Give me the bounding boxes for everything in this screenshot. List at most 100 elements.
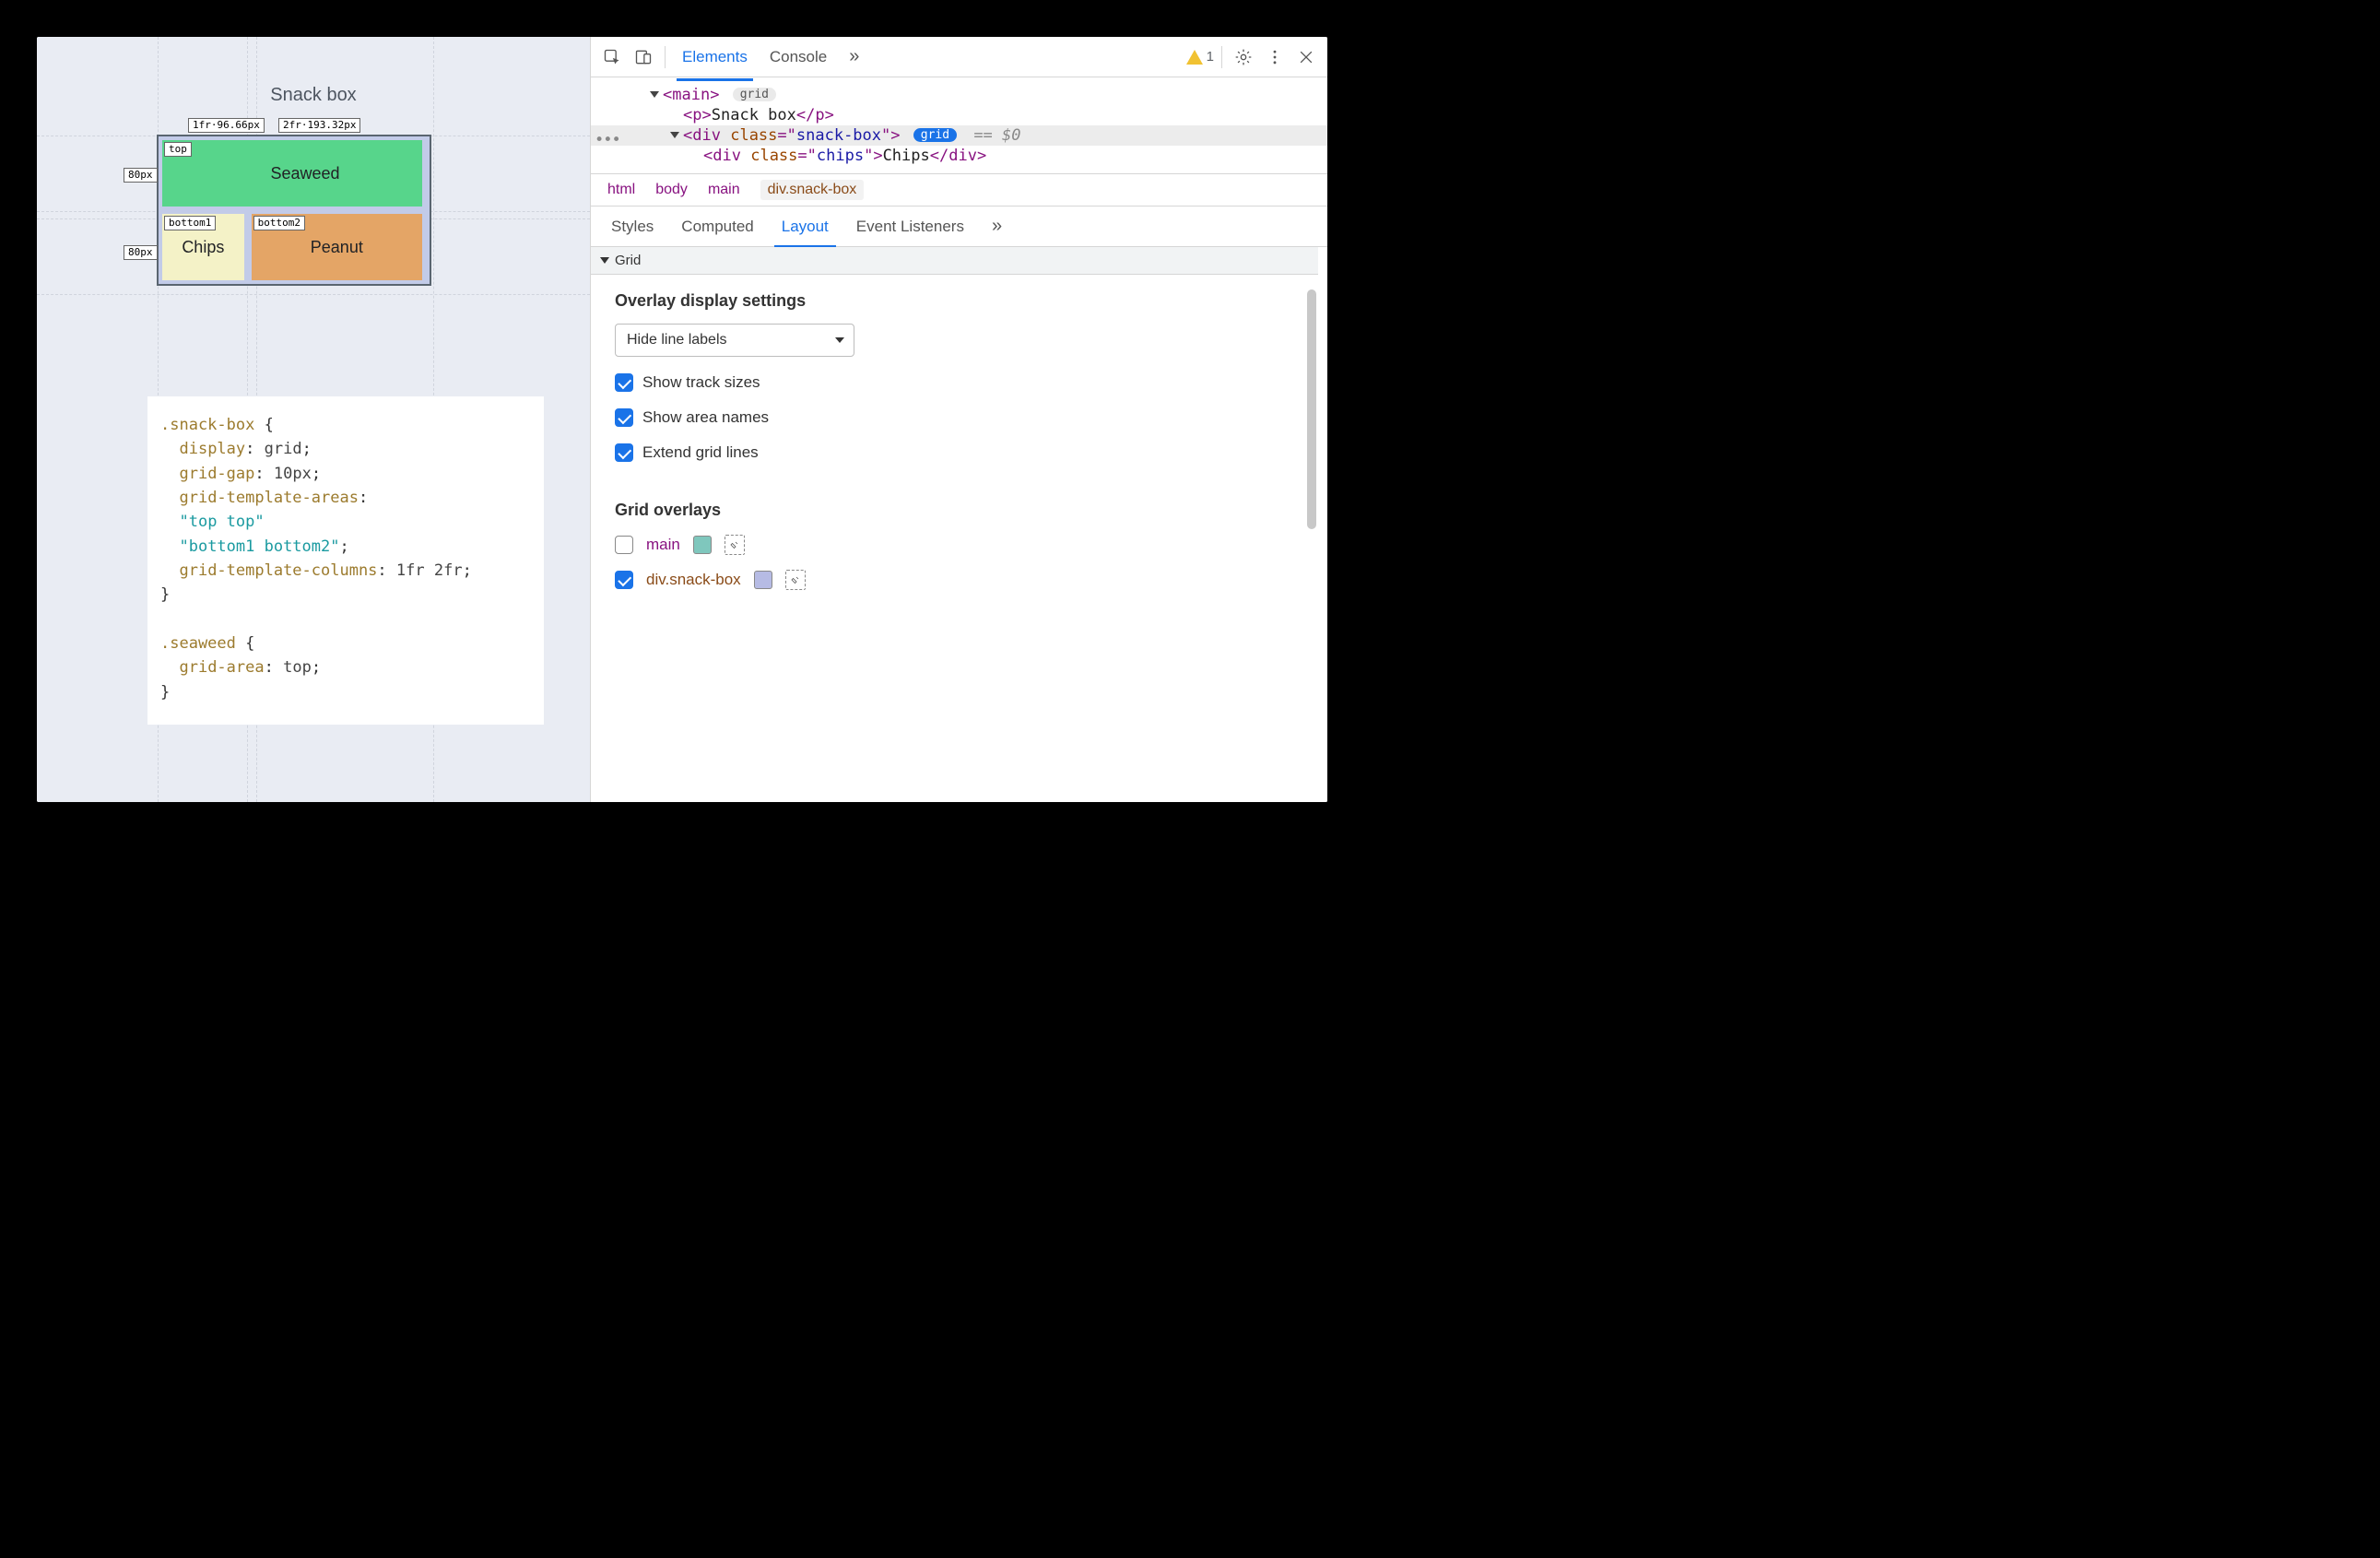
- code-sep: :: [377, 561, 395, 580]
- close-icon[interactable]: [1292, 43, 1320, 71]
- layout-section-grid[interactable]: Grid: [591, 247, 1318, 275]
- css-code-block: .snack-box { display: grid; grid-gap: 10…: [147, 396, 544, 725]
- expand-caret-icon[interactable]: [650, 91, 659, 98]
- code-end: ;: [312, 658, 321, 677]
- layout-panel-scroll[interactable]: Grid Overlay display settings Hide line …: [591, 247, 1327, 802]
- cell-label: Chips: [182, 238, 224, 257]
- inspect-icon[interactable]: [598, 43, 626, 71]
- highlight-element-icon[interactable]: [725, 535, 745, 555]
- subtab-event-listeners[interactable]: Event Listeners: [845, 214, 975, 240]
- dollar-zero-hint: == $0: [973, 126, 1020, 145]
- overlay-name[interactable]: div.snack-box: [646, 571, 741, 589]
- code-selector: .seaweed: [160, 634, 236, 653]
- code-brace: {: [236, 634, 254, 653]
- overlay-row-main: main: [615, 535, 1294, 555]
- tabs-overflow-icon[interactable]: »: [840, 42, 868, 71]
- code-brace: }: [160, 683, 170, 702]
- checkbox-icon[interactable]: [615, 571, 633, 589]
- check-show-area-names[interactable]: Show area names: [615, 408, 1294, 427]
- crumb-html[interactable]: html: [607, 182, 635, 198]
- area-name-tag: top: [164, 142, 192, 157]
- dom-attr-value: chips: [817, 147, 864, 165]
- scrollbar-thumb[interactable]: [1307, 289, 1316, 529]
- devtools-toolbar: Elements Console » 1: [591, 37, 1327, 77]
- dom-node-chips[interactable]: <div class="chips">Chips</div>: [591, 146, 1327, 166]
- checkbox-icon[interactable]: [615, 536, 633, 554]
- dom-tag: main: [672, 86, 710, 104]
- check-label: Show area names: [642, 408, 769, 427]
- subtab-layout[interactable]: Layout: [771, 214, 840, 240]
- area-name-tag: bottom1: [164, 216, 216, 230]
- column-size-chip: 2fr·193.32px: [278, 118, 360, 133]
- toolbar-divider: [1221, 46, 1222, 68]
- highlight-element-icon[interactable]: [785, 570, 806, 590]
- area-name-tag: bottom2: [253, 216, 305, 230]
- check-extend-grid-lines[interactable]: Extend grid lines: [615, 443, 1294, 462]
- page-title: Snack box: [37, 85, 590, 106]
- expand-caret-icon[interactable]: [670, 132, 679, 138]
- code-sep: :: [359, 489, 368, 507]
- code-end: ;: [312, 465, 321, 483]
- code-val: top: [283, 658, 312, 677]
- dom-node-main[interactable]: <main> grid: [591, 85, 1327, 105]
- checkbox-icon[interactable]: [615, 408, 633, 427]
- code-val: grid: [265, 440, 302, 458]
- code-string: "top top": [179, 513, 264, 531]
- overlay-settings-heading: Overlay display settings: [615, 291, 1294, 311]
- check-label: Extend grid lines: [642, 443, 759, 462]
- code-sep: :: [245, 440, 264, 458]
- color-swatch[interactable]: [693, 536, 712, 554]
- dom-node-p[interactable]: <p>Snack box</p>: [591, 105, 1327, 125]
- toolbar-divider: [665, 46, 666, 68]
- warning-count: 1: [1207, 49, 1214, 65]
- section-title: Grid: [615, 253, 641, 268]
- grid-badge[interactable]: grid: [733, 88, 776, 101]
- code-brace: }: [160, 585, 170, 604]
- tab-elements[interactable]: Elements: [673, 44, 757, 70]
- device-toggle-icon[interactable]: [630, 43, 657, 71]
- subtabs-overflow-icon[interactable]: »: [981, 212, 1013, 241]
- extended-grid-line: [37, 294, 590, 295]
- elements-dom-tree[interactable]: <main> grid <p>Snack box</p> ••• <div cl…: [591, 77, 1327, 173]
- tab-console[interactable]: Console: [760, 44, 836, 70]
- crumb-body[interactable]: body: [655, 182, 688, 198]
- crumb-snackbox[interactable]: div.snack-box: [760, 180, 865, 200]
- code-end: ;: [302, 440, 312, 458]
- color-swatch[interactable]: [754, 571, 772, 589]
- warnings-badge[interactable]: 1: [1186, 49, 1214, 65]
- crumb-main[interactable]: main: [708, 182, 740, 198]
- kebab-menu-icon[interactable]: [1261, 43, 1289, 71]
- rendered-page-pane: Snack box 1fr·96.66px 2fr·193.32px 80px …: [37, 37, 590, 802]
- overlay-name[interactable]: main: [646, 536, 680, 554]
- subtab-styles[interactable]: Styles: [600, 214, 665, 240]
- code-val: 1fr 2fr: [396, 561, 463, 580]
- code-prop: grid-area: [179, 658, 264, 677]
- dom-node-snackbox[interactable]: ••• <div class="snack-box"> grid == $0: [591, 125, 1327, 146]
- grid-cell-chips: bottom1 Chips: [162, 214, 244, 280]
- dom-text: Chips: [883, 147, 930, 165]
- cell-label: Seaweed: [270, 164, 339, 183]
- section-caret-icon: [600, 257, 609, 264]
- dom-attr-value: snack-box: [796, 126, 881, 145]
- grid-cell-seaweed: top Seaweed: [162, 140, 422, 207]
- dom-breadcrumbs: html body main div.snack-box: [591, 173, 1327, 207]
- panel-scrollbar[interactable]: [1307, 289, 1316, 800]
- select-value: Hide line labels: [627, 332, 727, 348]
- column-size-chip: 1fr·96.66px: [188, 118, 265, 133]
- subtab-computed[interactable]: Computed: [670, 214, 764, 240]
- warning-triangle-icon: [1186, 50, 1203, 65]
- code-prop: grid-template-columns: [179, 561, 377, 580]
- grid-badge-active[interactable]: grid: [913, 128, 957, 142]
- code-end: ;: [339, 537, 348, 556]
- check-show-track-sizes[interactable]: Show track sizes: [615, 373, 1294, 392]
- dom-attr: class: [750, 147, 797, 165]
- checkbox-icon[interactable]: [615, 443, 633, 462]
- code-brace: {: [254, 416, 273, 434]
- line-labels-select[interactable]: Hide line labels: [615, 324, 854, 357]
- styles-subtabs: Styles Computed Layout Event Listeners »: [591, 207, 1327, 247]
- overlay-row-snackbox: div.snack-box: [615, 570, 1294, 590]
- gear-icon[interactable]: [1230, 43, 1257, 71]
- checkbox-icon[interactable]: [615, 373, 633, 392]
- cell-label: Peanut: [311, 238, 363, 257]
- row-size-chip: 80px: [124, 168, 158, 183]
